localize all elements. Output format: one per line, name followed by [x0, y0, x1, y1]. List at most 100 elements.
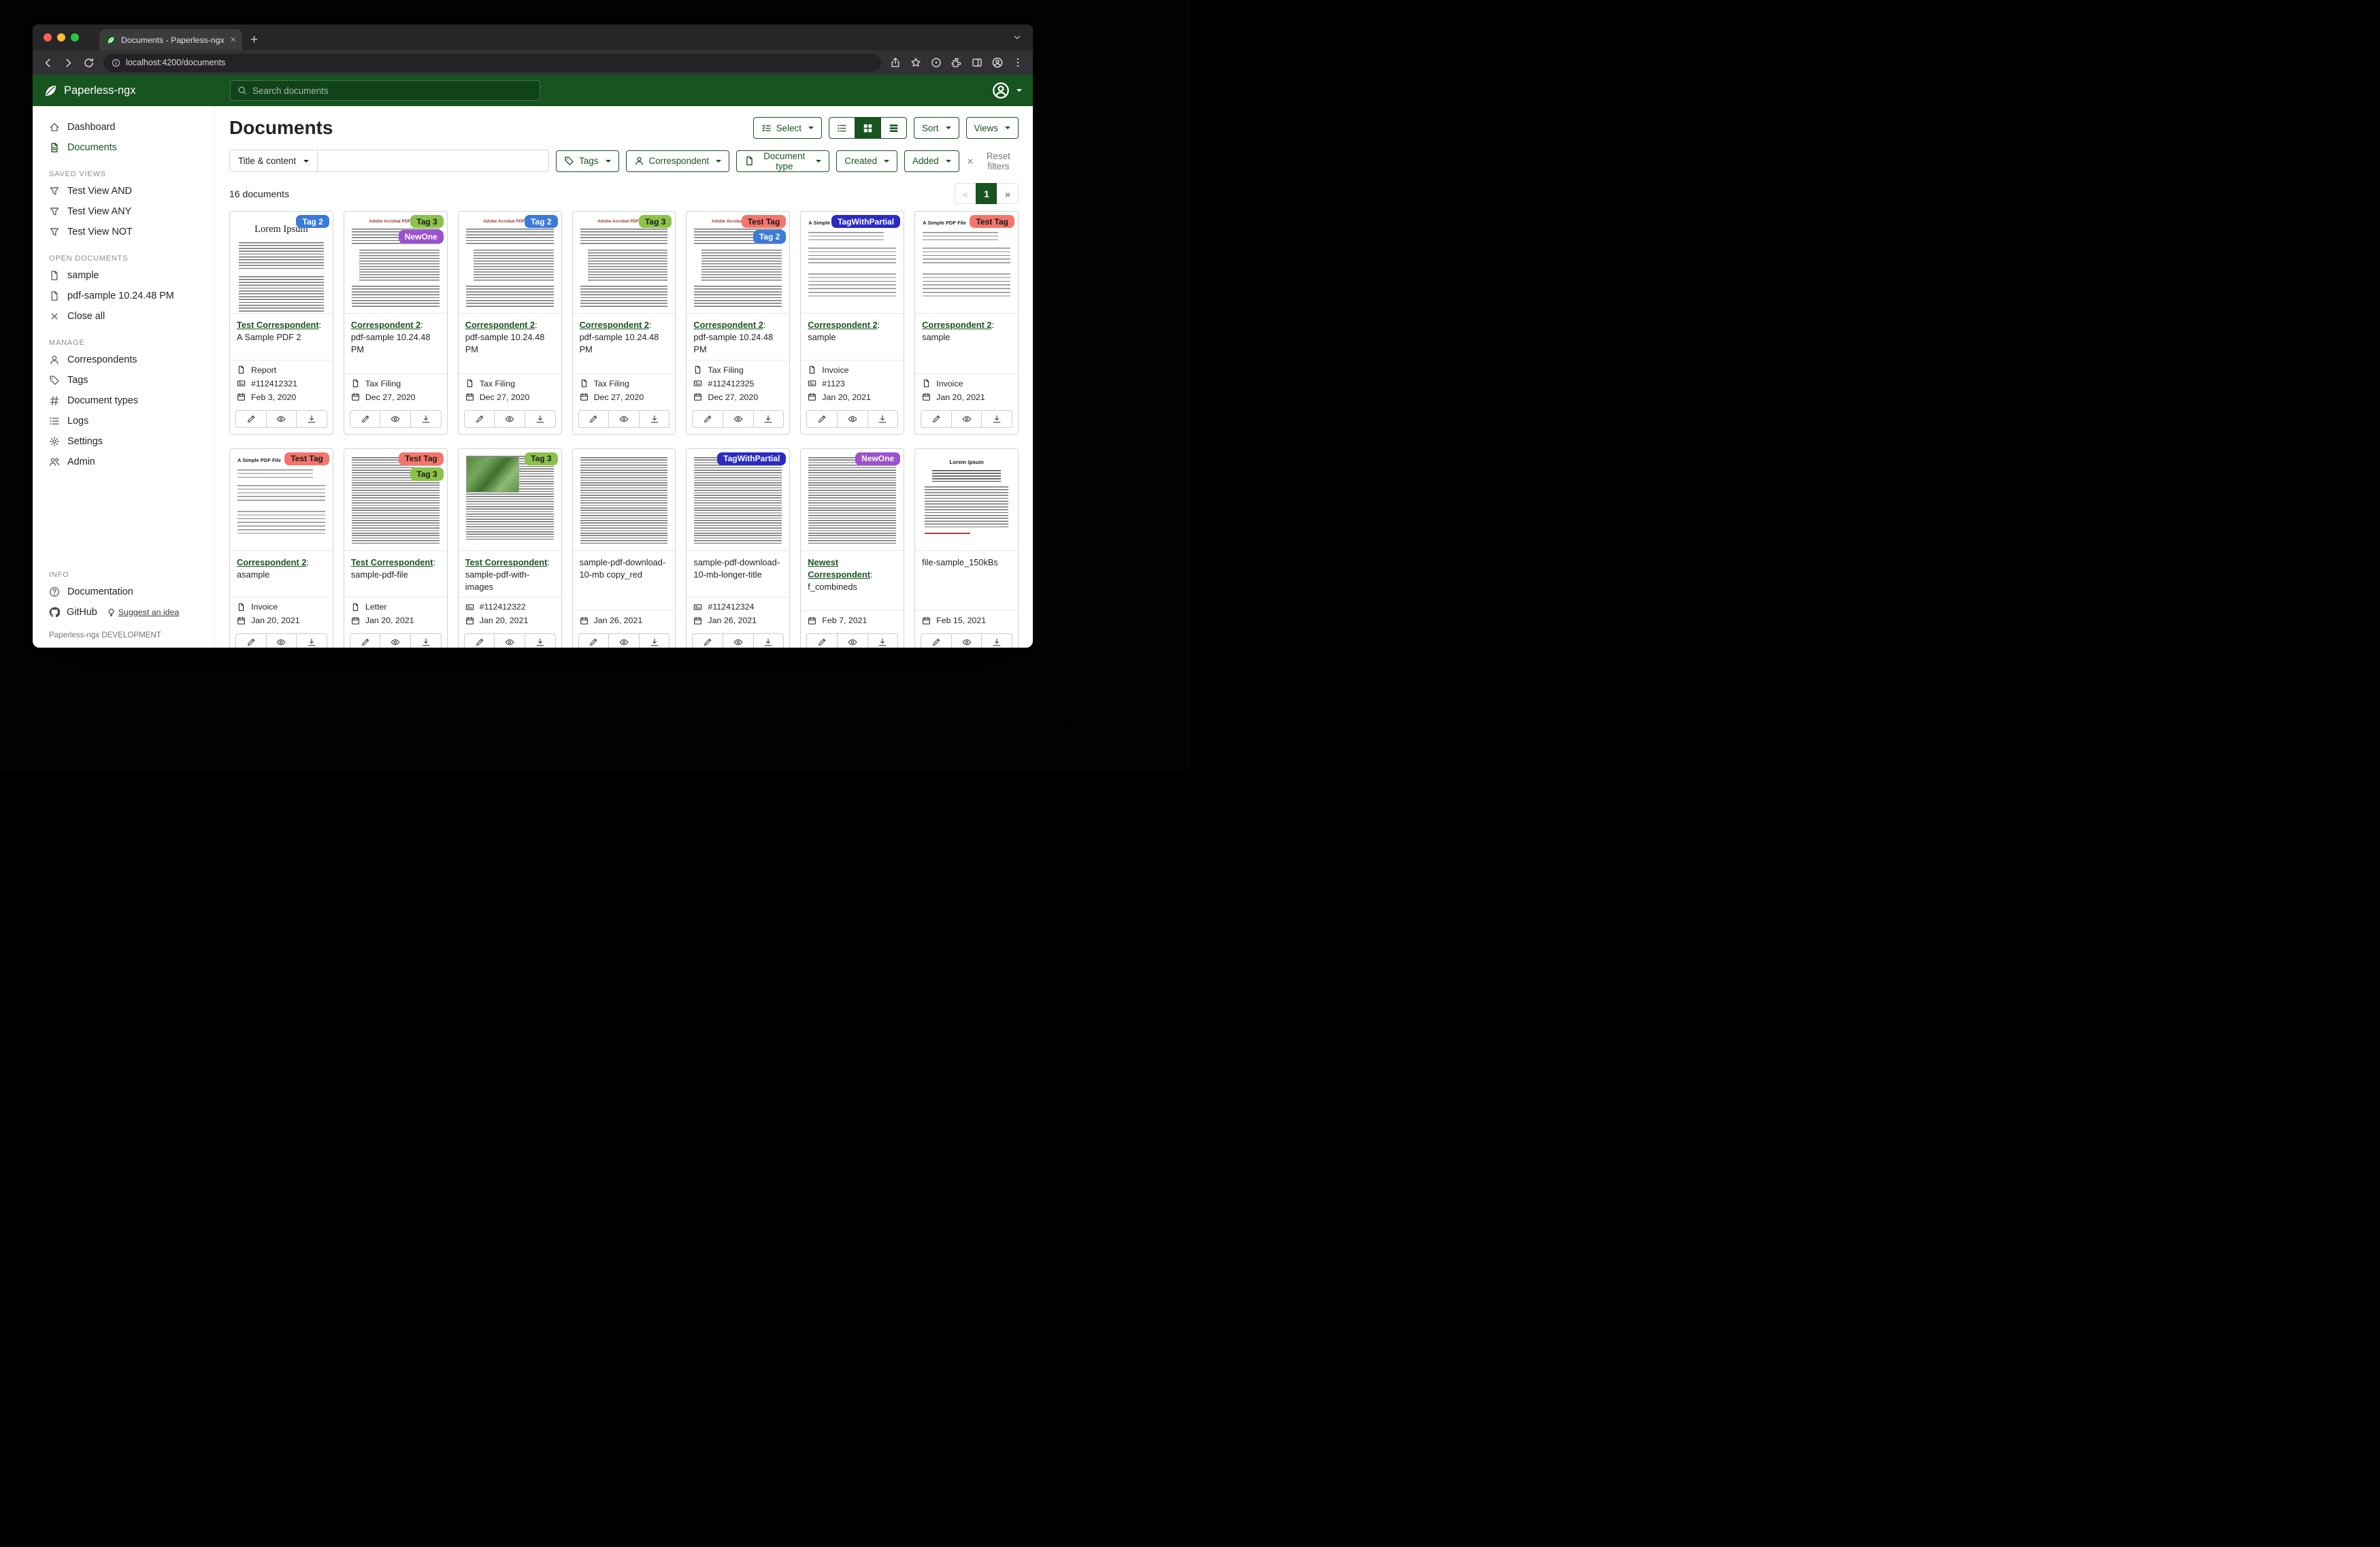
- sidebar-item-correspondents[interactable]: Correspondents: [42, 350, 205, 370]
- edit-button[interactable]: [692, 633, 723, 648]
- correspondent-link[interactable]: Correspondent 2: [580, 320, 649, 330]
- side-panel-icon[interactable]: [972, 57, 982, 68]
- tag-badge[interactable]: Tag 3: [410, 215, 443, 228]
- new-tab-button[interactable]: +: [250, 33, 258, 46]
- download-button[interactable]: [868, 410, 899, 428]
- address-bar[interactable]: localhost:4200/documents: [103, 54, 881, 72]
- preview-button[interactable]: [838, 410, 868, 428]
- correspondent-link[interactable]: Correspondent 2: [922, 320, 991, 330]
- document-thumbnail[interactable]: Adobe Acrobat PDF Files Tag 3: [573, 212, 676, 314]
- document-thumbnail[interactable]: Lorem ipsum: [915, 449, 1018, 551]
- download-button[interactable]: [754, 633, 784, 648]
- correspondent-link[interactable]: Test Correspondent: [351, 557, 433, 567]
- app-brand[interactable]: Paperless-ngx: [44, 84, 135, 98]
- sidebar-item-tags[interactable]: Tags: [42, 370, 205, 390]
- edit-button[interactable]: [921, 633, 952, 648]
- document-thumbnail[interactable]: NewOne: [801, 449, 904, 551]
- tab-search-icon[interactable]: [1012, 33, 1022, 42]
- prev-page-button[interactable]: «: [955, 183, 976, 204]
- document-thumbnail[interactable]: A Simple PDF File TagWithPartial: [801, 212, 904, 314]
- edit-button[interactable]: [921, 410, 952, 428]
- correspondent-link[interactable]: Correspondent 2: [351, 320, 420, 330]
- next-page-button[interactable]: »: [997, 183, 1019, 204]
- preview-button[interactable]: [495, 410, 525, 428]
- tag-badge[interactable]: Tag 3: [525, 452, 557, 465]
- sidebar-item-document-types[interactable]: Document types: [42, 390, 205, 411]
- correspondent-link[interactable]: Test Correspondent: [237, 320, 319, 330]
- correspondent-filter-button[interactable]: Correspondent: [626, 150, 730, 172]
- extensions-puzzle-icon[interactable]: [951, 57, 962, 68]
- preview-button[interactable]: [723, 633, 754, 648]
- browser-menu-icon[interactable]: [1012, 57, 1023, 68]
- download-button[interactable]: [411, 633, 442, 648]
- preview-button[interactable]: [723, 410, 754, 428]
- user-menu[interactable]: [992, 82, 1022, 99]
- tag-badge[interactable]: Test Tag: [399, 452, 444, 465]
- sidebar-item-saved-view-any[interactable]: Test View ANY: [42, 201, 205, 222]
- tag-badge[interactable]: Test Tag: [284, 452, 329, 465]
- tag-badge[interactable]: Tag 2: [296, 215, 329, 228]
- suggest-idea-link[interactable]: Suggest an idea: [107, 608, 180, 617]
- document-thumbnail[interactable]: Lorem Ipsum Tag 2: [230, 212, 333, 314]
- edit-button[interactable]: [578, 410, 610, 428]
- title-content-dropdown[interactable]: Title & content: [229, 150, 318, 172]
- browser-profile-avatar[interactable]: [992, 57, 1003, 68]
- document-thumbnail[interactable]: [573, 449, 676, 551]
- preview-button[interactable]: [380, 633, 411, 648]
- document-thumbnail[interactable]: Adobe Acrobat PDF Files Tag 3NewOne: [344, 212, 447, 314]
- edit-button[interactable]: [235, 410, 267, 428]
- edit-button[interactable]: [350, 410, 381, 428]
- download-button[interactable]: [525, 633, 556, 648]
- bookmark-star-icon[interactable]: [910, 57, 921, 68]
- tag-badge[interactable]: Tag 2: [525, 215, 557, 228]
- tag-badge[interactable]: Test Tag: [742, 215, 787, 228]
- site-info-icon[interactable]: [112, 59, 120, 67]
- forward-icon[interactable]: [63, 57, 74, 69]
- views-button[interactable]: Views: [966, 117, 1019, 139]
- reset-filters-button[interactable]: Reset filters: [966, 151, 1019, 171]
- edit-button[interactable]: [464, 410, 495, 428]
- tag-badge[interactable]: NewOne: [855, 452, 900, 465]
- download-button[interactable]: [411, 410, 442, 428]
- sidebar-item-settings[interactable]: Settings: [42, 431, 205, 452]
- sidebar-item-open-doc-sample[interactable]: sample: [42, 265, 205, 286]
- minimize-window-button[interactable]: [57, 33, 65, 41]
- download-button[interactable]: [297, 410, 327, 428]
- sidebar-item-logs[interactable]: Logs: [42, 411, 205, 431]
- correspondent-link[interactable]: Correspondent 2: [237, 557, 306, 567]
- tag-badge[interactable]: Test Tag: [970, 215, 1014, 228]
- preview-button[interactable]: [838, 633, 868, 648]
- share-icon[interactable]: [890, 57, 901, 68]
- edit-button[interactable]: [464, 633, 495, 648]
- sidebar-item-saved-view-and[interactable]: Test View AND: [42, 181, 205, 201]
- download-button[interactable]: [640, 633, 670, 648]
- document-type-filter-button[interactable]: Document type: [736, 150, 829, 172]
- zoom-window-button[interactable]: [71, 33, 79, 41]
- view-list-button[interactable]: [829, 117, 855, 139]
- document-thumbnail[interactable]: A Simple PDF File Test Tag: [915, 212, 1018, 314]
- download-button[interactable]: [982, 410, 1012, 428]
- sort-button[interactable]: Sort: [914, 117, 959, 139]
- privacy-badge-icon[interactable]: [931, 57, 942, 68]
- browser-tab[interactable]: Documents - Paperless-ngx ×: [99, 29, 242, 50]
- tags-filter-button[interactable]: Tags: [556, 150, 618, 172]
- tag-badge[interactable]: TagWithPartial: [831, 215, 900, 228]
- edit-button[interactable]: [806, 410, 838, 428]
- close-window-button[interactable]: [44, 33, 52, 41]
- sidebar-item-saved-view-not[interactable]: Test View NOT: [42, 222, 205, 242]
- created-filter-button[interactable]: Created: [836, 150, 897, 172]
- search-input[interactable]: [252, 86, 533, 96]
- edit-button[interactable]: [235, 633, 267, 648]
- tag-badge[interactable]: NewOne: [399, 230, 444, 243]
- preview-button[interactable]: [952, 633, 982, 648]
- document-thumbnail[interactable]: TagWithPartial: [687, 449, 789, 551]
- download-button[interactable]: [525, 410, 556, 428]
- document-thumbnail[interactable]: Adobe Acrobat PDF Files Tag 2: [459, 212, 561, 314]
- correspondent-link[interactable]: Test Correspondent: [465, 557, 548, 567]
- reload-icon[interactable]: [83, 57, 95, 69]
- document-thumbnail[interactable]: Adobe Acrobat PDF Files Test TagTag 2: [687, 212, 789, 314]
- added-filter-button[interactable]: Added: [904, 150, 959, 172]
- view-detail-button[interactable]: [880, 117, 907, 139]
- sidebar-item-admin[interactable]: Admin: [42, 452, 205, 472]
- document-thumbnail[interactable]: A Simple PDF File Test Tag: [230, 449, 333, 551]
